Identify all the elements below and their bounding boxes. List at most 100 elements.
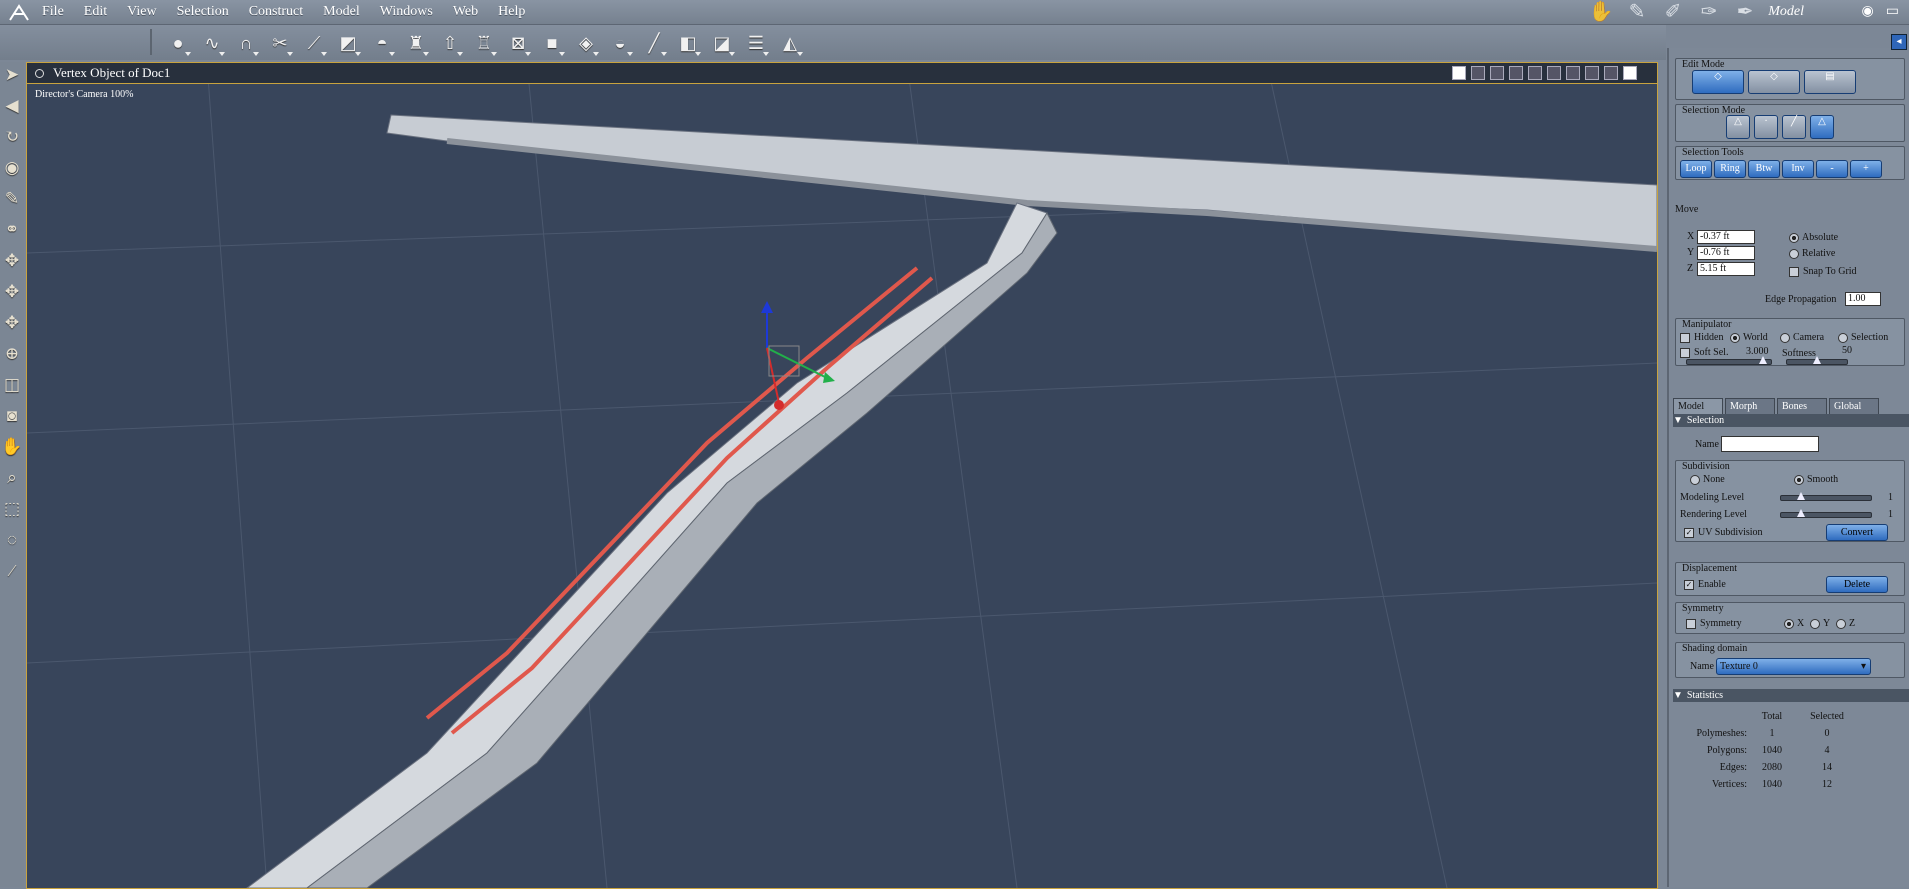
sel-mode-polygon-button[interactable]: △: [1810, 115, 1834, 139]
camera-radio[interactable]: Camera: [1780, 332, 1824, 343]
loop-button[interactable]: Loop: [1680, 160, 1712, 178]
magnet-icon[interactable]: ∩: [232, 29, 260, 57]
3d-viewport[interactable]: Vertex Object of Doc1 Director's Camera …: [26, 62, 1658, 889]
link-icon[interactable]: ⚭: [0, 217, 24, 243]
modeling-level-slider[interactable]: [1780, 492, 1872, 501]
layout-three-icon[interactable]: [1490, 66, 1504, 80]
viewport-menu-dot-icon[interactable]: [35, 69, 44, 78]
hand-icon[interactable]: ✋: [0, 434, 24, 460]
subdiv-smooth-radio[interactable]: Smooth: [1794, 474, 1838, 485]
stack-icon[interactable]: ☰: [742, 29, 770, 57]
y-field[interactable]: -0.76 ft: [1697, 246, 1755, 260]
bag-icon[interactable]: ◈: [572, 29, 600, 57]
sel-mode-vertex-button[interactable]: ·: [1754, 115, 1778, 139]
box-select-icon[interactable]: ◫: [0, 372, 24, 398]
select-3d-icon[interactable]: ◀: [0, 93, 24, 119]
symmetry-checkbox[interactable]: Symmetry: [1686, 618, 1742, 629]
tab-bones[interactable]: Bones: [1777, 398, 1827, 414]
menu-edit[interactable]: Edit: [84, 0, 107, 24]
eye-icon[interactable]: ◉: [1862, 3, 1874, 20]
tab-global[interactable]: Global: [1829, 398, 1879, 414]
move-depth-icon[interactable]: ✥: [0, 310, 24, 336]
symmetry-x-radio[interactable]: X: [1784, 618, 1804, 629]
deform-icon[interactable]: ◧: [674, 29, 702, 57]
menu-construct[interactable]: Construct: [249, 0, 303, 24]
edit-mode-vertex-button[interactable]: ◇: [1692, 70, 1744, 94]
room-tools-icon[interactable]: ✎: [1623, 1, 1651, 23]
universal-icon[interactable]: ⊕: [0, 341, 24, 367]
delete-button[interactable]: Delete: [1826, 576, 1888, 593]
layout-grid-icon[interactable]: [1528, 66, 1542, 80]
tab-morph[interactable]: Morph: [1725, 398, 1775, 414]
half-sphere-icon[interactable]: ◒: [606, 29, 634, 57]
menu-file[interactable]: File: [42, 0, 64, 24]
convert-button[interactable]: Convert: [1826, 524, 1888, 541]
scissors-icon[interactable]: ✂: [266, 29, 294, 57]
goblet-icon[interactable]: ♖: [470, 29, 498, 57]
between-button[interactable]: Btw: [1748, 160, 1780, 178]
scene-canvas[interactable]: [27, 63, 1657, 888]
weld-icon[interactable]: ⟋: [300, 29, 328, 57]
sel-mode-face-button[interactable]: △: [1726, 115, 1750, 139]
statistics-section-header[interactable]: ▼ Statistics: [1673, 689, 1909, 702]
symmetry-y-radio[interactable]: Y: [1810, 618, 1830, 629]
z-field[interactable]: 5.15 ft: [1697, 262, 1755, 276]
extrude-icon[interactable]: ⇧: [436, 29, 464, 57]
room-hand-icon[interactable]: ✋: [1587, 1, 1615, 23]
lasso-icon[interactable]: ◌: [0, 527, 24, 553]
flip-icon[interactable]: ◭: [776, 29, 804, 57]
menu-web[interactable]: Web: [453, 0, 478, 24]
tab-model[interactable]: Model: [1673, 398, 1723, 414]
layout-four-icon[interactable]: [1509, 66, 1523, 80]
pen-icon[interactable]: ✎: [0, 186, 24, 212]
displacement-enable-checkbox[interactable]: ✓ Enable: [1684, 579, 1726, 590]
symmetry-z-radio[interactable]: Z: [1836, 618, 1855, 629]
uv-subdivision-checkbox[interactable]: ✓ UV Subdivision: [1684, 527, 1763, 538]
sel-mode-edge-button[interactable]: ╱: [1782, 115, 1806, 139]
shading-smooth-icon[interactable]: [1604, 66, 1618, 80]
softness-slider[interactable]: [1786, 356, 1848, 365]
soft-sel-slider[interactable]: [1686, 356, 1772, 365]
menu-windows[interactable]: Windows: [380, 0, 433, 24]
selection-section-header[interactable]: ▼ Selection: [1673, 414, 1909, 427]
menu-selection[interactable]: Selection: [177, 0, 229, 24]
absolute-radio[interactable]: Absolute: [1789, 232, 1838, 243]
panel-collapse-button[interactable]: ◂: [1891, 34, 1907, 50]
room-pen-icon[interactable]: ✑: [1695, 1, 1723, 23]
select-arrow-icon[interactable]: ➤: [0, 62, 24, 88]
shading-flat-icon[interactable]: [1585, 66, 1599, 80]
room-tag-icon[interactable]: ✒: [1731, 1, 1759, 23]
cube-wire-icon[interactable]: ⊠: [504, 29, 532, 57]
selection-name-field[interactable]: [1721, 436, 1819, 452]
shading-hidden-icon[interactable]: [1566, 66, 1580, 80]
edit-mode-surface-button[interactable]: ◇: [1748, 70, 1800, 94]
selection-radio[interactable]: Selection: [1838, 332, 1888, 343]
menu-view[interactable]: View: [127, 0, 156, 24]
shading-preview-icon[interactable]: [1623, 66, 1637, 80]
box-icon[interactable]: ■: [538, 29, 566, 57]
grow-button[interactable]: +: [1850, 160, 1882, 178]
lathe-icon[interactable]: ♜: [402, 29, 430, 57]
subdiv-none-radio[interactable]: None: [1690, 474, 1725, 485]
edit-mode-subdiv-button[interactable]: ▤: [1804, 70, 1856, 94]
sphere-icon[interactable]: ●: [164, 29, 192, 57]
camera-icon[interactable]: ◙: [0, 403, 24, 429]
rendering-level-slider[interactable]: [1780, 509, 1872, 518]
rotate-icon[interactable]: ↻: [0, 124, 24, 150]
zoom-icon[interactable]: ⌕: [0, 465, 24, 491]
hidden-checkbox[interactable]: Hidden: [1680, 332, 1723, 343]
room-brush-icon[interactable]: ✐: [1659, 1, 1687, 23]
shrink-button[interactable]: -: [1816, 160, 1848, 178]
spline-icon[interactable]: ∿: [198, 29, 226, 57]
menu-help[interactable]: Help: [498, 0, 525, 24]
soft-sel-checkbox[interactable]: Soft Sel.: [1680, 347, 1728, 358]
shading-domain-select[interactable]: Texture 0 ▾: [1716, 658, 1871, 675]
shading-wire-icon[interactable]: [1547, 66, 1561, 80]
move-horizontal-icon[interactable]: ✥: [0, 279, 24, 305]
relative-radio[interactable]: Relative: [1789, 248, 1835, 259]
world-radio[interactable]: World: [1730, 332, 1768, 343]
move-vertical-icon[interactable]: ✥: [0, 248, 24, 274]
menu-model[interactable]: Model: [323, 0, 360, 24]
fold-icon[interactable]: ◪: [708, 29, 736, 57]
layout-single-icon[interactable]: [1452, 66, 1466, 80]
